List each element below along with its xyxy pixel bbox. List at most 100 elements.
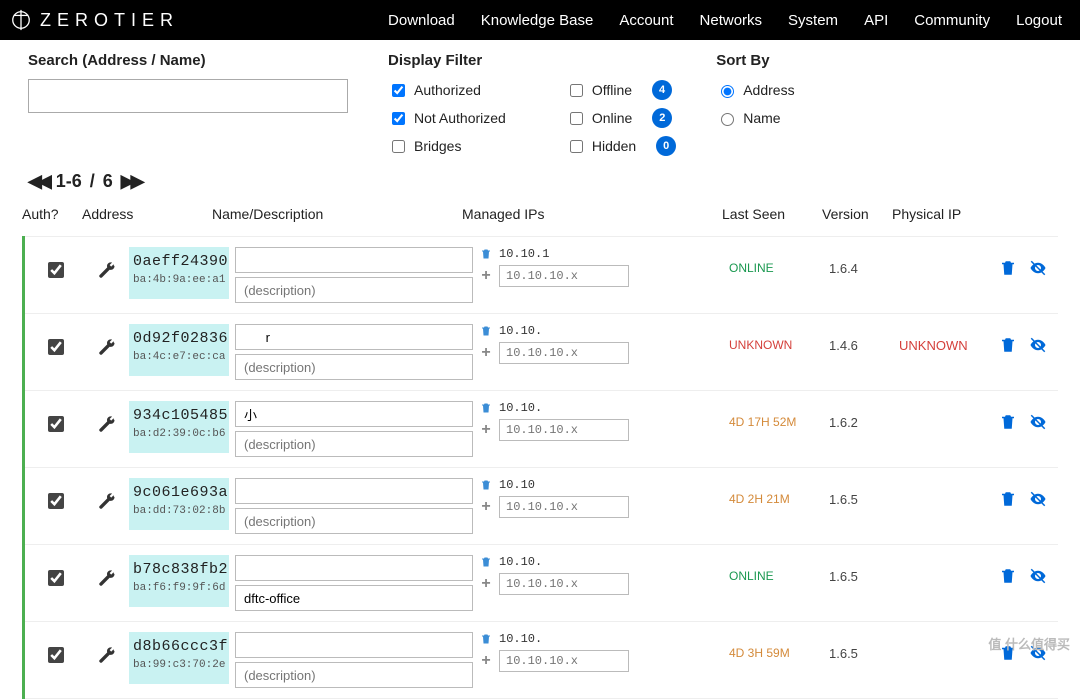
search-input[interactable] <box>28 79 348 113</box>
add-ip-input[interactable] <box>499 573 629 595</box>
physical-ip <box>899 632 999 661</box>
name-input[interactable] <box>235 401 473 427</box>
delete-member-icon[interactable] <box>999 490 1017 511</box>
last-seen: ONLINE <box>729 247 829 275</box>
nav-community[interactable]: Community <box>914 12 990 29</box>
sort-address-radio[interactable] <box>721 85 734 98</box>
col-last-header: Last Seen <box>722 206 822 222</box>
last-seen: UNKNOWN <box>729 324 829 352</box>
nav-networks[interactable]: Networks <box>700 12 763 29</box>
hide-member-icon[interactable] <box>1029 567 1047 588</box>
hide-member-icon[interactable] <box>1029 413 1047 434</box>
filter-bridges-label[interactable]: Bridges <box>414 138 461 154</box>
nav-knowledge-base[interactable]: Knowledge Base <box>481 12 594 29</box>
table-row: d8b66ccc3f ba:99:c3:70:2e:f 10.10. + 4D … <box>25 622 1058 699</box>
description-input[interactable] <box>235 277 473 303</box>
add-ip-icon[interactable]: + <box>479 423 493 437</box>
filter-not-authorized-checkbox[interactable] <box>392 112 405 125</box>
delete-member-icon[interactable] <box>999 413 1017 434</box>
wrench-icon[interactable] <box>85 324 129 356</box>
hide-member-icon[interactable] <box>1029 259 1047 280</box>
add-ip-input[interactable] <box>499 265 629 287</box>
delete-member-icon[interactable] <box>999 336 1017 357</box>
address-cell[interactable]: d8b66ccc3f ba:99:c3:70:2e:f <box>129 632 229 684</box>
delete-ip-icon[interactable] <box>479 633 493 645</box>
delete-member-icon[interactable] <box>999 567 1017 588</box>
member-id: d8b66ccc3f <box>133 638 225 655</box>
pager-last-icon[interactable]: ▶▶ <box>121 171 141 192</box>
nav-system[interactable]: System <box>788 12 838 29</box>
table-row: 0d92f02836 ba:4c:e7:ec:ca:f 10.10. + UNK… <box>25 314 1058 391</box>
delete-member-icon[interactable] <box>999 644 1017 665</box>
name-input[interactable] <box>235 478 473 504</box>
filter-offline-label[interactable]: Offline <box>592 82 632 98</box>
name-input[interactable] <box>235 632 473 658</box>
add-ip-icon[interactable]: + <box>479 500 493 514</box>
address-cell[interactable]: 9c061e693a ba:dd:73:02:8b:f <box>129 478 229 530</box>
wrench-icon[interactable] <box>85 555 129 587</box>
filter-hidden-label[interactable]: Hidden <box>592 138 636 154</box>
nav-account[interactable]: Account <box>619 12 673 29</box>
physical-ip <box>899 555 999 584</box>
add-ip-input[interactable] <box>499 342 629 364</box>
delete-member-icon[interactable] <box>999 259 1017 280</box>
filter-authorized-checkbox[interactable] <box>392 84 405 97</box>
auth-checkbox[interactable] <box>48 493 64 509</box>
auth-checkbox[interactable] <box>48 647 64 663</box>
description-input[interactable] <box>235 585 473 611</box>
offline-count-badge: 4 <box>652 80 672 100</box>
address-cell[interactable]: b78c838fb2 ba:f6:f9:9f:6d:7 <box>129 555 229 607</box>
name-input[interactable] <box>235 247 473 273</box>
add-ip-input[interactable] <box>499 650 629 672</box>
add-ip-icon[interactable]: + <box>479 346 493 360</box>
filter-hidden-checkbox[interactable] <box>570 140 583 153</box>
filter-online-checkbox[interactable] <box>570 112 583 125</box>
description-input[interactable] <box>235 662 473 688</box>
hide-member-icon[interactable] <box>1029 336 1047 357</box>
delete-ip-icon[interactable] <box>479 402 493 414</box>
sort-address-label[interactable]: Address <box>743 82 794 98</box>
auth-checkbox[interactable] <box>48 262 64 278</box>
filter-bridges-checkbox[interactable] <box>392 140 405 153</box>
sort-name-radio[interactable] <box>721 113 734 126</box>
delete-ip-icon[interactable] <box>479 325 493 337</box>
sort-name-label[interactable]: Name <box>743 110 780 126</box>
hide-member-icon[interactable] <box>1029 644 1047 665</box>
description-input[interactable] <box>235 354 473 380</box>
brand-logo-icon <box>10 9 32 31</box>
wrench-icon[interactable] <box>85 632 129 664</box>
nav-logout[interactable]: Logout <box>1016 12 1062 29</box>
delete-ip-icon[interactable] <box>479 479 493 491</box>
wrench-icon[interactable] <box>85 401 129 433</box>
filter-not-authorized-label[interactable]: Not Authorized <box>414 110 506 126</box>
add-ip-icon[interactable]: + <box>479 654 493 668</box>
filter-online-label[interactable]: Online <box>592 110 632 126</box>
name-input[interactable] <box>235 324 473 350</box>
auth-checkbox[interactable] <box>48 339 64 355</box>
address-cell[interactable]: 934c105485 ba:d2:39:0c:b6:4 <box>129 401 229 453</box>
nav-links: Download Knowledge Base Account Networks… <box>388 12 1062 29</box>
description-input[interactable] <box>235 508 473 534</box>
member-id: 0aeff24390 <box>133 253 225 270</box>
add-ip-icon[interactable]: + <box>479 577 493 591</box>
filter-authorized-label[interactable]: Authorized <box>414 82 481 98</box>
add-ip-input[interactable] <box>499 496 629 518</box>
auth-checkbox[interactable] <box>48 416 64 432</box>
description-input[interactable] <box>235 431 473 457</box>
wrench-icon[interactable] <box>85 247 129 279</box>
member-id: b78c838fb2 <box>133 561 225 578</box>
delete-ip-icon[interactable] <box>479 248 493 260</box>
nav-api[interactable]: API <box>864 12 888 29</box>
name-input[interactable] <box>235 555 473 581</box>
nav-download[interactable]: Download <box>388 12 455 29</box>
auth-checkbox[interactable] <box>48 570 64 586</box>
wrench-icon[interactable] <box>85 478 129 510</box>
address-cell[interactable]: 0aeff24390 ba:4b:9a:ee:a1:5 <box>129 247 229 299</box>
add-ip-icon[interactable]: + <box>479 269 493 283</box>
pager-first-icon[interactable]: ◀◀ <box>28 171 48 192</box>
hide-member-icon[interactable] <box>1029 490 1047 511</box>
address-cell[interactable]: 0d92f02836 ba:4c:e7:ec:ca:f <box>129 324 229 376</box>
filter-offline-checkbox[interactable] <box>570 84 583 97</box>
add-ip-input[interactable] <box>499 419 629 441</box>
delete-ip-icon[interactable] <box>479 556 493 568</box>
